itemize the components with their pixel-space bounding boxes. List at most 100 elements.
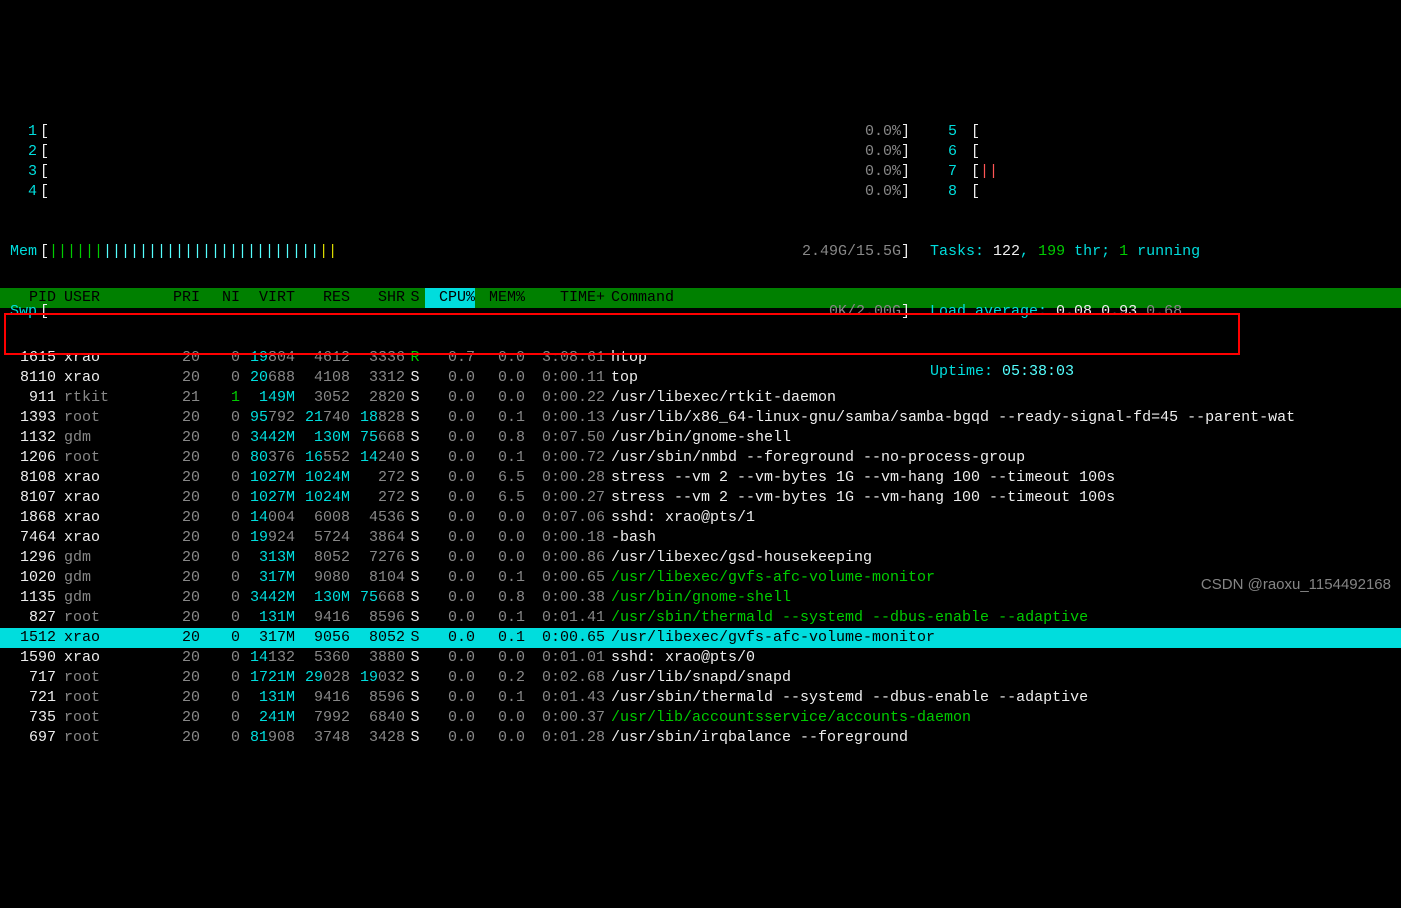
col-virt[interactable]: VIRT	[240, 288, 295, 308]
res: 9056	[295, 628, 350, 648]
virt: 313M	[240, 548, 295, 568]
col-pri[interactable]: PRI	[160, 288, 200, 308]
virt: 81908	[240, 728, 295, 748]
res: 9416	[295, 688, 350, 708]
user: gdm	[60, 568, 160, 588]
res: 7992	[295, 708, 350, 728]
col-res[interactable]: RES	[295, 288, 350, 308]
col-user[interactable]: USER	[60, 288, 160, 308]
table-row[interactable]: 8110xrao2002068841083312S0.00.00:00.11to…	[0, 368, 1401, 388]
state: S	[405, 488, 425, 508]
col-ni[interactable]: NI	[200, 288, 240, 308]
pri: 20	[160, 548, 200, 568]
ni: 0	[200, 628, 240, 648]
table-row[interactable]: 1206root200803761655214240S0.00.10:00.72…	[0, 448, 1401, 468]
pri: 20	[160, 568, 200, 588]
mem: 0.0	[475, 728, 525, 748]
command: sshd: xrao@pts/0	[605, 648, 1401, 668]
command: /usr/libexec/gvfs-afc-volume-monitor	[605, 628, 1401, 648]
cpu-label: 2	[10, 142, 40, 162]
shr: 75668	[350, 428, 405, 448]
table-row[interactable]: 1512xrao200317M90568052S0.00.10:00.65/us…	[0, 628, 1401, 648]
table-row[interactable]: 735root200241M79926840S0.00.00:00.37/usr…	[0, 708, 1401, 728]
virt: 317M	[240, 568, 295, 588]
pid: 1615	[0, 348, 60, 368]
col-cpu[interactable]: CPU%	[425, 288, 475, 308]
col-shr[interactable]: SHR	[350, 288, 405, 308]
table-row[interactable]: 1020gdm200317M90808104S0.00.10:00.65/usr…	[0, 568, 1401, 588]
pri: 21	[160, 388, 200, 408]
col-mem[interactable]: MEM%	[475, 288, 525, 308]
user: root	[60, 408, 160, 428]
table-row[interactable]: 1868xrao2001400460084536S0.00.00:07.06ss…	[0, 508, 1401, 528]
table-row[interactable]: 827root200131M94168596S0.00.10:01.41/usr…	[0, 608, 1401, 628]
pri: 20	[160, 448, 200, 468]
state: S	[405, 608, 425, 628]
table-row[interactable]: 721root200131M94168596S0.00.10:01.43/usr…	[0, 688, 1401, 708]
pid: 721	[0, 688, 60, 708]
shr: 18828	[350, 408, 405, 428]
cpu-pct: 0.0%	[865, 122, 901, 142]
user: gdm	[60, 428, 160, 448]
table-row[interactable]: 8107xrao2001027M1024M272S0.06.50:00.27st…	[0, 488, 1401, 508]
table-row[interactable]: 697root2008190837483428S0.00.00:01.28/us…	[0, 728, 1401, 748]
state: S	[405, 468, 425, 488]
cpu-label: 6	[930, 142, 957, 162]
table-row[interactable]: 1393root200957922174018828S0.00.10:00.13…	[0, 408, 1401, 428]
table-row[interactable]: 717root2001721M2902819032S0.00.20:02.68/…	[0, 668, 1401, 688]
table-row[interactable]: 1296gdm200313M80527276S0.00.00:00.86/usr…	[0, 548, 1401, 568]
table-row[interactable]: 1590xrao2001413253603880S0.00.00:01.01ss…	[0, 648, 1401, 668]
pri: 20	[160, 668, 200, 688]
time: 0:01.01	[525, 648, 605, 668]
process-list[interactable]: 1615xrao2001980446123336R0.70.03:08.61ht…	[0, 348, 1401, 748]
res: 3052	[295, 388, 350, 408]
mem: 0.1	[475, 568, 525, 588]
time: 0:00.65	[525, 568, 605, 588]
ni: 0	[200, 508, 240, 528]
cpu: 0.0	[425, 408, 475, 428]
pri: 20	[160, 648, 200, 668]
res: 130M	[295, 588, 350, 608]
cpu: 0.0	[425, 508, 475, 528]
time: 0:00.11	[525, 368, 605, 388]
col-pid[interactable]: PID	[0, 288, 60, 308]
command: top	[605, 368, 1401, 388]
pid: 1132	[0, 428, 60, 448]
user: xrao	[60, 648, 160, 668]
time: 0:01.41	[525, 608, 605, 628]
cpu: 0.0	[425, 548, 475, 568]
mem: 0.0	[475, 508, 525, 528]
table-row[interactable]: 7464xrao2001992457243864S0.00.00:00.18-b…	[0, 528, 1401, 548]
tasks-label: Tasks:	[930, 242, 984, 262]
table-row[interactable]: 1615xrao2001980446123336R0.70.03:08.61ht…	[0, 348, 1401, 368]
table-row[interactable]: 911rtkit211149M30522820S0.00.00:00.22/us…	[0, 388, 1401, 408]
shr: 6840	[350, 708, 405, 728]
mem: 0.1	[475, 608, 525, 628]
table-row[interactable]: 1132gdm2003442M130M75668S0.00.80:07.50/u…	[0, 428, 1401, 448]
pid: 8110	[0, 368, 60, 388]
table-row[interactable]: 8108xrao2001027M1024M272S0.06.50:00.28st…	[0, 468, 1401, 488]
user: root	[60, 688, 160, 708]
ni: 0	[200, 468, 240, 488]
pri: 20	[160, 348, 200, 368]
command: /usr/lib/accountsservice/accounts-daemon	[605, 708, 1401, 728]
col-time[interactable]: TIME+	[525, 288, 605, 308]
command: -bash	[605, 528, 1401, 548]
command: /usr/sbin/nmbd --foreground --no-process…	[605, 448, 1401, 468]
cpu-pct: 0.0%	[865, 142, 901, 162]
table-row[interactable]: 1135gdm2003442M130M75668S0.00.80:00.38/u…	[0, 588, 1401, 608]
cpu-label: 5	[930, 122, 957, 142]
user: gdm	[60, 548, 160, 568]
shr: 7276	[350, 548, 405, 568]
col-s[interactable]: S	[405, 288, 425, 308]
virt: 3442M	[240, 428, 295, 448]
col-cmd[interactable]: Command	[605, 288, 1401, 308]
pri: 20	[160, 468, 200, 488]
cpu: 0.0	[425, 688, 475, 708]
shr: 272	[350, 468, 405, 488]
virt: 241M	[240, 708, 295, 728]
pid: 1868	[0, 508, 60, 528]
pri: 20	[160, 528, 200, 548]
pid: 1296	[0, 548, 60, 568]
column-header[interactable]: PID USER PRI NI VIRT RES SHR S CPU% MEM%…	[0, 288, 1401, 308]
